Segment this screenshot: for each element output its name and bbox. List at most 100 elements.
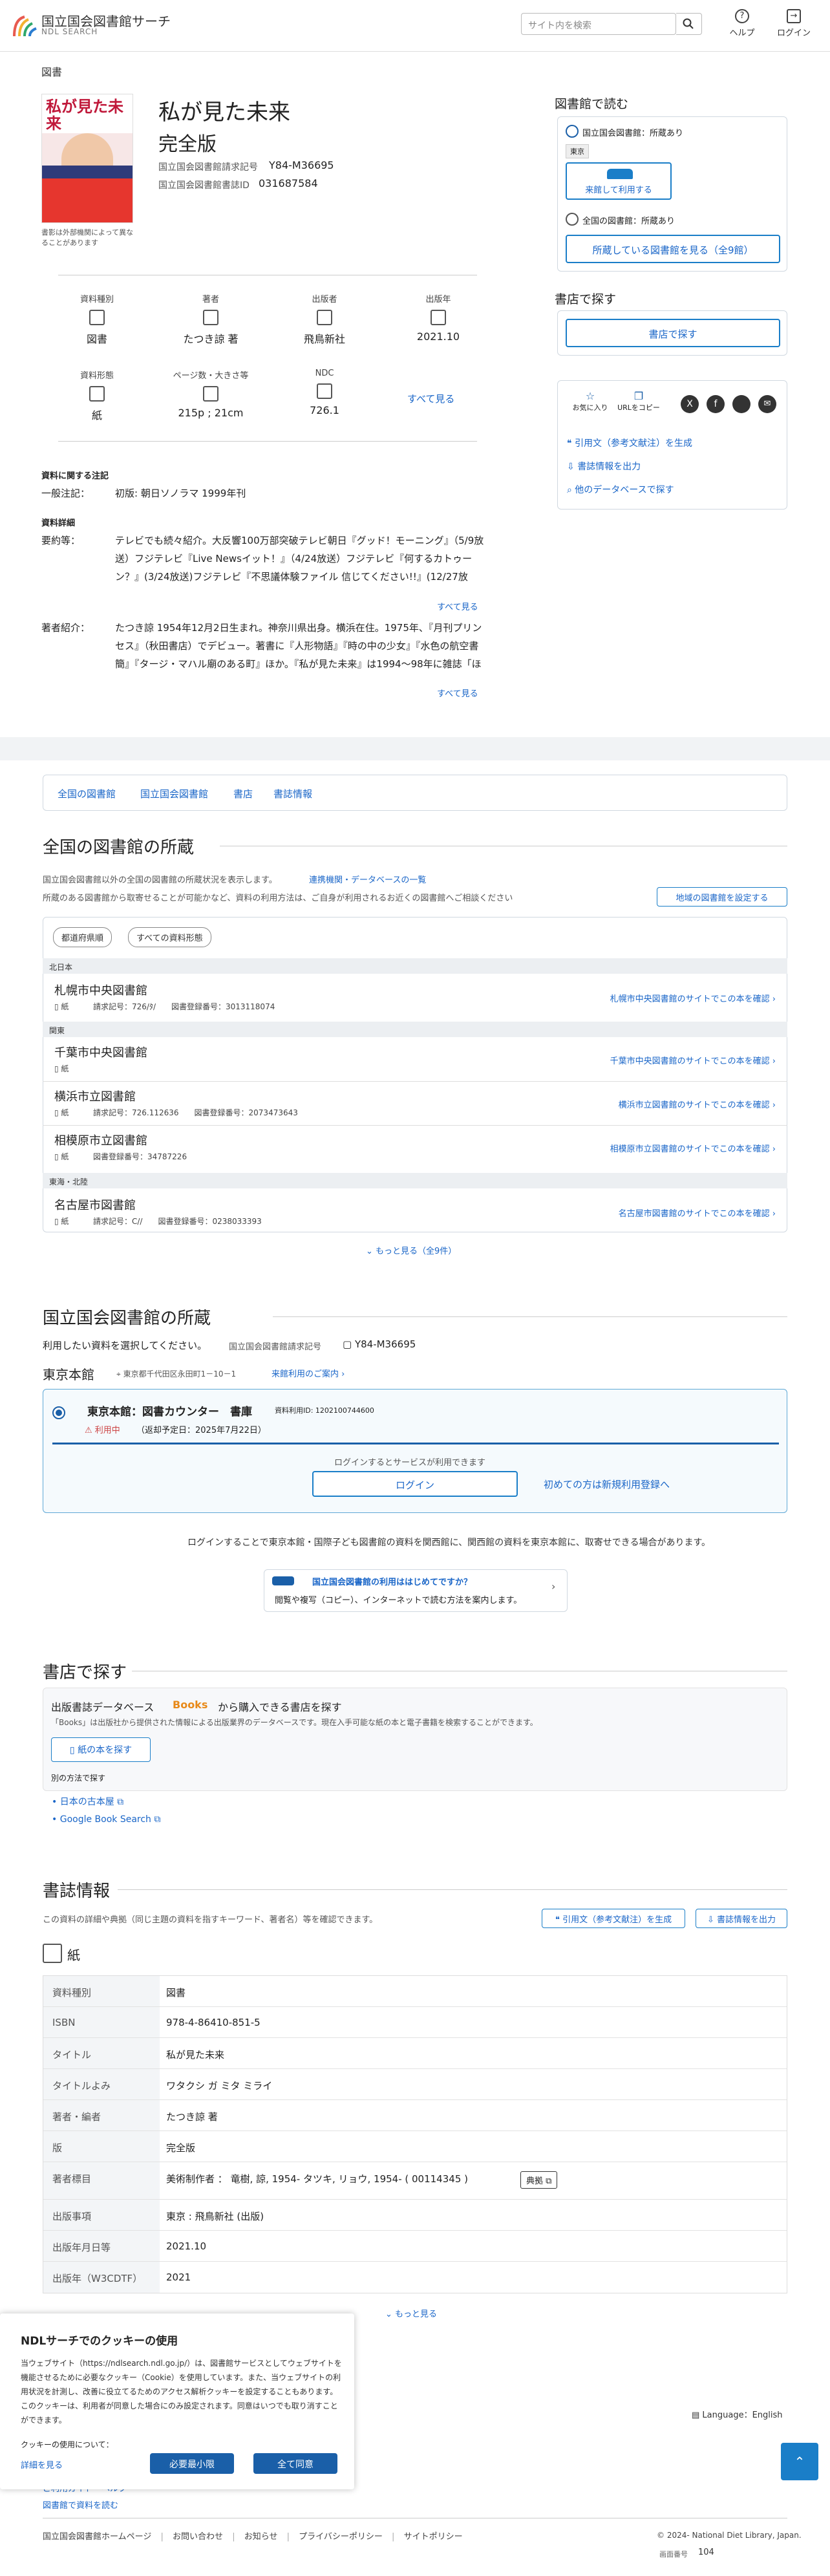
cookie-minimum-button[interactable]: 必要最小限 bbox=[150, 2453, 234, 2474]
car-icon bbox=[272, 1576, 294, 1585]
export-button[interactable]: ⇩ 書誌情報を出力 bbox=[696, 1909, 787, 1928]
authority-button[interactable]: 典拠 ⧉ bbox=[520, 2171, 558, 2189]
shop-button[interactable]: 書店で探す bbox=[566, 319, 780, 347]
region-kanto: 関東 bbox=[43, 1022, 787, 1037]
region-north: 北日本 bbox=[43, 958, 787, 974]
footer-link-news[interactable]: お知らせ bbox=[244, 2532, 278, 2542]
paper-search-button[interactable]: ▯ 紙の本を探す bbox=[51, 1737, 151, 1762]
alt-link-kosho[interactable]: • 日本の古本屋 ⧉ bbox=[52, 1795, 123, 1808]
favorite-label: お気に入り bbox=[572, 403, 608, 412]
calendar-icon bbox=[431, 310, 446, 325]
page-number: 104 bbox=[698, 2548, 714, 2557]
national-holding-label: 全国の図書館：所蔵あり bbox=[582, 217, 676, 226]
item-type-label: 図書 bbox=[41, 66, 63, 78]
library-link[interactable]: 札幌市中央図書館のサイトでこの本を確認 › bbox=[530, 992, 776, 1004]
cite-link[interactable]: ❝ 引用文（参考文献注）を生成 bbox=[567, 436, 692, 449]
cookie-detail-link[interactable]: 詳細を見る bbox=[21, 2458, 63, 2471]
attr-ndc: NDC 726.1 bbox=[310, 369, 339, 416]
biblio-heading: 書誌情報 bbox=[43, 1882, 111, 1901]
footer-link-sitepolicy[interactable]: サイトポリシー bbox=[404, 2532, 463, 2542]
ndl-login-button[interactable]: ログイン bbox=[312, 1471, 518, 1497]
library-link[interactable]: 名古屋市図書館のサイトでこの本を確認 › bbox=[530, 1207, 776, 1219]
tab-shop[interactable]: 書店 bbox=[233, 787, 253, 800]
cookie-accept-all-button[interactable]: 全て同意 bbox=[253, 2453, 337, 2474]
cite-button[interactable]: ❝ 引用文（参考文献注）を生成 bbox=[542, 1909, 685, 1928]
facebook-share-icon[interactable]: f bbox=[707, 395, 725, 413]
help-button[interactable]: ? ヘルプ bbox=[723, 9, 761, 38]
footer-read-link[interactable]: 図書館で資料を読む bbox=[43, 2498, 118, 2511]
library-form: ▯ 紙 bbox=[54, 1217, 69, 1226]
set-region-button[interactable]: 地域の図書館を設定する bbox=[657, 887, 787, 907]
library-link[interactable]: 千葉市中央図書館のサイトでこの本を確認 › bbox=[530, 1054, 776, 1066]
book-icon bbox=[89, 310, 105, 325]
ndl-instruction: 利用したい資料を選択してください。 bbox=[43, 1340, 208, 1351]
alt-link-google[interactable]: • Google Book Search ⧉ bbox=[52, 1814, 160, 1825]
summary-see-all-link[interactable]: すべて見る bbox=[437, 600, 478, 612]
car-icon bbox=[607, 169, 633, 179]
paper-icon bbox=[89, 386, 105, 402]
library-name: 名古屋市図書館 bbox=[54, 1199, 136, 1212]
x-share-icon[interactable]: X bbox=[681, 395, 699, 413]
cover-note: 書影は外部機関によって異なることがあります bbox=[41, 228, 134, 247]
author-see-all-link[interactable]: すべて見る bbox=[437, 687, 478, 699]
login-button[interactable]: → ログイン bbox=[774, 9, 813, 38]
visit-button[interactable]: 来館して利用する bbox=[566, 162, 672, 200]
read-heading: 図書館で読む bbox=[555, 97, 629, 111]
see-all-attributes-link[interactable]: すべて見る bbox=[407, 392, 454, 405]
shiryo-id: 資料利用ID: 1202100744600 bbox=[275, 1406, 374, 1415]
line-share-icon[interactable] bbox=[732, 395, 750, 413]
cookie-usage-label: クッキーの使用について： bbox=[21, 2440, 114, 2449]
national-libraries-button[interactable]: 所蔵している図書館を見る（全9館） bbox=[566, 235, 780, 263]
holding-radio[interactable] bbox=[52, 1406, 65, 1419]
back-to-top-button[interactable]: ⌃ bbox=[781, 2443, 818, 2480]
mail-share-icon[interactable]: ✉ bbox=[758, 395, 776, 413]
first-time-card[interactable]: 国立国会図書館の利用ははじめてですか？ 閲覧や複写（コピー）、インターネットで読… bbox=[264, 1569, 568, 1612]
favorite-button[interactable]: ☆ お気に入り bbox=[571, 390, 610, 413]
help-icon: ? bbox=[735, 9, 749, 23]
tab-national[interactable]: 全国の図書館 bbox=[58, 787, 116, 800]
biblio-more-link[interactable]: ⌄ もっと見る bbox=[385, 2307, 437, 2319]
section-separator bbox=[0, 737, 830, 760]
search-button[interactable] bbox=[676, 13, 702, 35]
export-link[interactable]: ⇩ 書誌情報を出力 bbox=[567, 460, 641, 473]
ndl-logo-icon[interactable] bbox=[12, 14, 37, 38]
site-search-input[interactable]: サイト内を検索 bbox=[521, 13, 676, 35]
counter-label: 東京本館：図書カウンター 書庫 bbox=[87, 1406, 252, 1419]
library-link[interactable]: 横浜市立図書館のサイトでこの本を確認 › bbox=[530, 1098, 776, 1110]
shop-card: 書店で探す bbox=[557, 310, 787, 356]
book-id-label: 国立国会図書館書誌ID bbox=[158, 180, 250, 191]
library-form: ▯ 紙 bbox=[54, 1002, 69, 1011]
title-link[interactable]: 私が見た未来 bbox=[166, 2048, 224, 2061]
book-cover-image[interactable]: 私が見た未来 bbox=[41, 94, 133, 223]
chevron-right-icon: › bbox=[551, 1580, 556, 1593]
tab-biblio[interactable]: 書誌情報 bbox=[273, 787, 312, 800]
other-db-link[interactable]: ⌕ 他のデータベースで探す bbox=[567, 483, 674, 496]
cover-title: 私が見た未来 bbox=[46, 98, 123, 133]
ndl-icon bbox=[566, 125, 579, 138]
library-meta: 図書登録番号：34787226 bbox=[93, 1152, 187, 1161]
footer-link-home[interactable]: 国立国会図書館ホームページ bbox=[43, 2532, 151, 2542]
db-desc: 「Books」は出版社から提供された情報による出版業界のデータベースです。現在入… bbox=[51, 1718, 538, 1727]
list-icon bbox=[317, 383, 332, 399]
section-tabs: 全国の図書館 国立国会図書館 書店 書誌情報 bbox=[43, 775, 787, 811]
footer-link-privacy[interactable]: プライバシーポリシー bbox=[299, 2532, 383, 2542]
first-time-desc: 閲覧や複写（コピー）、インターネットで読む方法を案内します。 bbox=[275, 1596, 522, 1605]
more-libraries-link[interactable]: ⌄ もっと見る（全9件） bbox=[366, 1244, 456, 1256]
partner-list-link[interactable]: 連携機関・データベースの一覧 bbox=[309, 873, 426, 885]
library-link[interactable]: 相模原市立図書館のサイトでこの本を確認 › bbox=[530, 1142, 776, 1154]
globe-icon bbox=[566, 213, 579, 226]
register-link[interactable]: 初めての方は新規利用登録へ bbox=[544, 1477, 670, 1491]
tab-ndl[interactable]: 国立国会図書館 bbox=[140, 787, 208, 800]
page-subtitle: 完全版 bbox=[158, 133, 217, 156]
region-tokai: 東海・北陸 bbox=[43, 1173, 787, 1188]
tools-card: ☆ お気に入り ❐ URLをコピー X f ✉ ❝ 引用文（参考文献注）を生成 ⇩ … bbox=[557, 380, 787, 510]
ndl-holding-card: 東京本館：図書カウンター 書庫 資料利用ID: 1202100744600 ⚠ … bbox=[43, 1389, 787, 1513]
visit-guide-link[interactable]: 来館利用のご案内 › bbox=[271, 1367, 345, 1379]
shop-card-main: 出版書誌データベース Books から購入できる書店を探す 「Books」は出版… bbox=[43, 1688, 787, 1791]
language-switch[interactable]: ▤ Language：English bbox=[692, 2408, 783, 2420]
attr-publisher: 出版者 飛鳥新社 bbox=[303, 295, 345, 345]
copy-url-button[interactable]: ❐ URLをコピー bbox=[616, 390, 661, 413]
biblio-form: 紙 bbox=[67, 1948, 80, 1963]
footer-link-contact[interactable]: お問い合わせ bbox=[173, 2532, 223, 2542]
library-form: ▯ 紙 bbox=[54, 1108, 69, 1117]
